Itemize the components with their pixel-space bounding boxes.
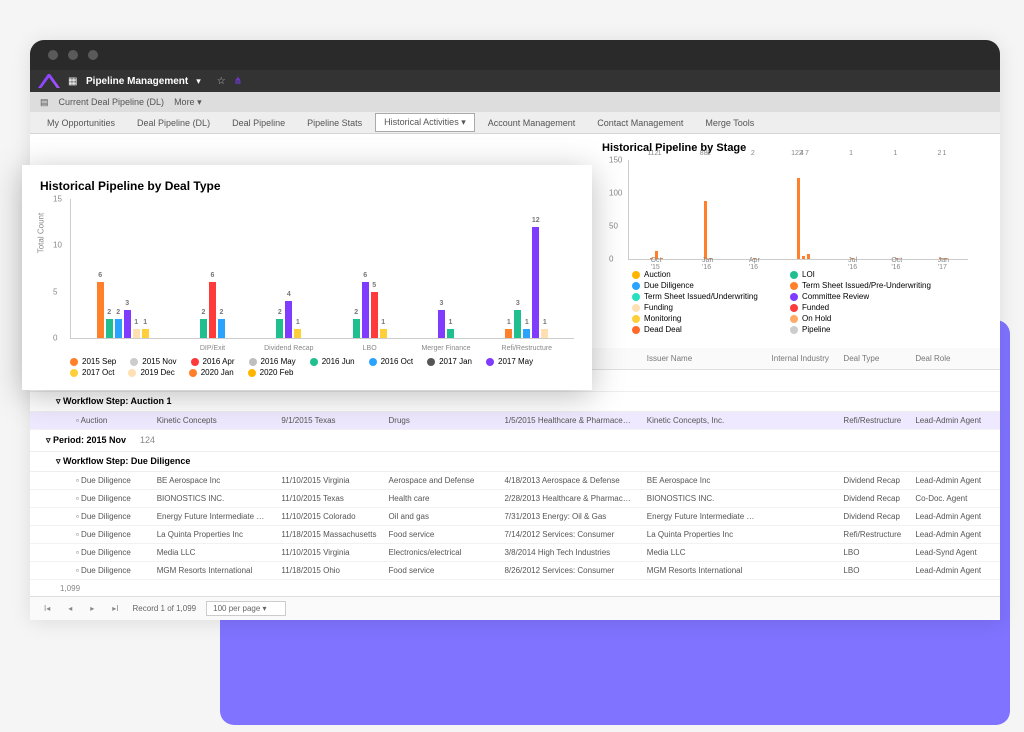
group-row[interactable]: ▿ Period: 2015 Nov124 [30, 430, 1000, 452]
pager-record: Record 1 of 1,099 [133, 604, 197, 613]
table-row[interactable]: ▫ Due DiligenceBE Aerospace Inc11/10/201… [30, 472, 1000, 490]
legend-item[interactable]: Term Sheet Issued/Underwriting [632, 292, 772, 301]
table-row[interactable]: ▫ Due DiligenceMedia LLC11/10/2015 Virgi… [30, 544, 1000, 562]
legend-item[interactable]: On Hold [790, 314, 930, 323]
legend-item[interactable]: Monitoring [632, 314, 772, 323]
legend-item[interactable]: 2016 May [249, 357, 296, 366]
context-label[interactable]: Current Deal Pipeline (DL) [59, 97, 165, 107]
legend-item[interactable]: 2016 Apr [191, 357, 235, 366]
app-bar: ▦ Pipeline Management ▾ ☆ ⋔ [30, 70, 1000, 92]
logo-icon [38, 74, 60, 88]
legend-item[interactable]: 2017 Jan [427, 357, 472, 366]
more-menu[interactable]: More ▾ [174, 97, 202, 108]
col-internal-industry[interactable]: Internal Industry [766, 354, 838, 363]
legend-item[interactable]: Dead Deal [632, 325, 772, 334]
pager-prev-icon[interactable]: ◂ [64, 602, 76, 615]
legend-item[interactable]: Auction [632, 270, 772, 279]
col-issuer-name[interactable]: Issuer Name [641, 354, 766, 363]
col-deal-role[interactable]: Deal Role [909, 354, 990, 363]
chart-title: Historical Pipeline by Deal Type [40, 179, 574, 193]
legend-item[interactable]: Committee Review [790, 292, 930, 301]
pager-first-icon[interactable]: I◂ [40, 602, 54, 615]
tabs-bar: My OpportunitiesDeal Pipeline (DL)Deal P… [30, 112, 1000, 134]
doc-icon: ▤ [40, 97, 49, 108]
tab-my-opportunities[interactable]: My Opportunities [38, 114, 124, 132]
browser-titlebar [30, 40, 1000, 70]
legend-item[interactable]: Funding [632, 303, 772, 312]
table-row[interactable]: ▫ Due DiligenceEnergy Future Intermediat… [30, 508, 1000, 526]
legend-item[interactable]: Due Diligence [632, 281, 772, 290]
legend-item[interactable]: Term Sheet Issued/Pre-Underwriting [790, 281, 931, 290]
pager-last-icon[interactable]: ▸I [108, 602, 122, 615]
pager-next-icon[interactable]: ▸ [86, 602, 98, 615]
legend-item[interactable]: 2017 May [486, 357, 533, 366]
subgroup-row[interactable]: ▿ Workflow Step: Auction 1 [30, 392, 1000, 412]
legend-item[interactable]: Funded [790, 303, 930, 312]
pager: I◂ ◂ ▸ ▸I Record 1 of 1,099 100 per page… [30, 596, 1000, 620]
tab-deal-pipeline[interactable]: Deal Pipeline [223, 114, 294, 132]
chart-pipeline-by-stage: Historical Pipeline by Stage 150 100 50 … [602, 142, 988, 340]
tab-pipeline-stats[interactable]: Pipeline Stats [298, 114, 371, 132]
subgroup-row[interactable]: ▿ Workflow Step: Due Diligence [30, 452, 1000, 472]
table-row[interactable]: ▫ AuctionKinetic Concepts9/1/2015 TexasD… [30, 412, 1000, 430]
table-row[interactable]: ▫ Due DiligenceLa Quinta Properties Inc1… [30, 526, 1000, 544]
legend-item[interactable]: 2017 Oct [70, 368, 114, 377]
share-icon[interactable]: ⋔ [234, 76, 242, 87]
tab-merge-tools[interactable]: Merge Tools [696, 114, 763, 132]
legend-item[interactable]: 2016 Jun [310, 357, 355, 366]
window-dot [48, 50, 58, 60]
tab-contact-management[interactable]: Contact Management [588, 114, 692, 132]
table-row[interactable]: ▫ Due DiligenceBIONOSTICS INC.11/10/2015… [30, 490, 1000, 508]
pager-per-page[interactable]: 100 per page ▾ [206, 601, 285, 616]
legend-item[interactable]: LOI [790, 270, 930, 279]
tab-deal-pipeline-dl-[interactable]: Deal Pipeline (DL) [128, 114, 219, 132]
window-dot [88, 50, 98, 60]
legend-item[interactable]: 2016 Oct [369, 357, 413, 366]
tab-historical-activities[interactable]: Historical Activities ▾ [375, 113, 475, 132]
legend-item[interactable]: Pipeline [790, 325, 930, 334]
app-title: Pipeline Management [86, 76, 188, 87]
col-deal-type[interactable]: Deal Type [837, 354, 909, 363]
legend-item[interactable]: 2015 Sep [70, 357, 116, 366]
legend-item[interactable]: 2019 Dec [128, 368, 174, 377]
legend-item[interactable]: 2020 Jan [189, 368, 234, 377]
favorite-star-icon[interactable]: ☆ [217, 76, 226, 87]
tab-account-management[interactable]: Account Management [479, 114, 585, 132]
table-row[interactable]: ▫ Due DiligenceMGM Resorts International… [30, 562, 1000, 580]
app-title-chevron-icon[interactable]: ▾ [196, 76, 201, 87]
legend-item[interactable]: 2020 Feb [248, 368, 294, 377]
legend-item[interactable]: 2015 Nov [130, 357, 176, 366]
context-bar: ▤ Current Deal Pipeline (DL) More ▾ [30, 92, 1000, 112]
chart-pipeline-by-deal-type: Historical Pipeline by Deal Type Total C… [22, 165, 592, 390]
window-dot [68, 50, 78, 60]
apps-grid-icon[interactable]: ▦ [68, 76, 78, 86]
